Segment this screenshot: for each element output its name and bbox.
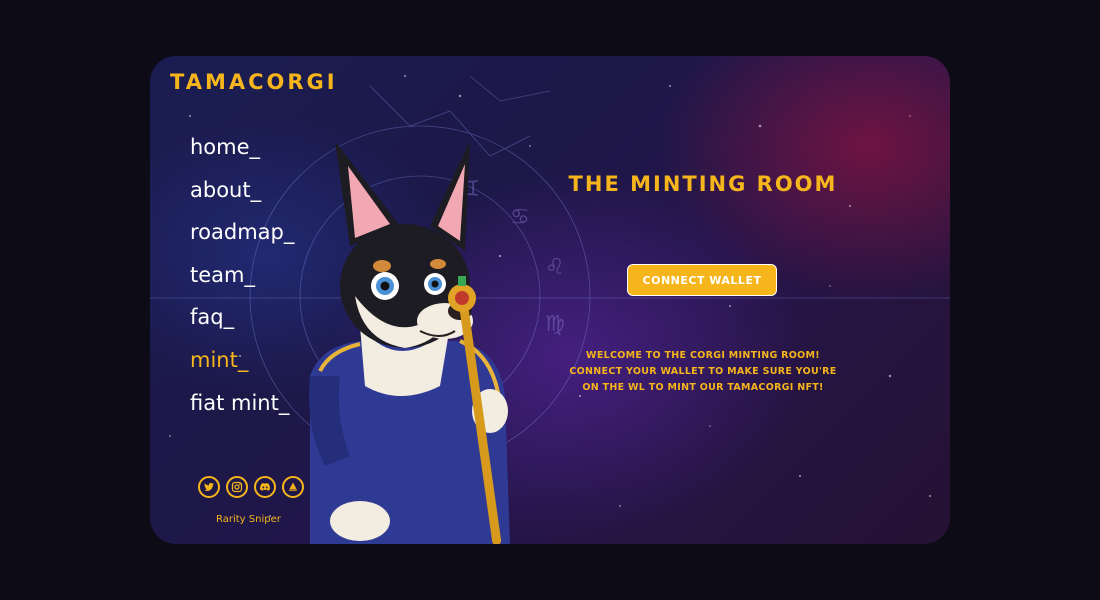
nav-item-home[interactable]: home_ [190,132,294,175]
nav-item-about[interactable]: about_ [190,175,294,218]
logo[interactable]: TAMACORGI [170,70,338,94]
rarity-sniper-link[interactable]: Rarity Sniper [216,514,281,525]
nav-item-fiat-mint[interactable]: fiat mint_ [190,388,294,431]
welcome-line: WELCOME TO THE CORGI MINTING ROOM! [586,350,820,361]
nav-item-mint[interactable]: mint_ [190,345,294,388]
social-links [198,476,304,498]
minting-card: ♊ ♋ ♌ ♍ TAMACORGI home_ about_ roadmap_ te… [150,56,950,544]
welcome-line: ON THE WL TO MINT OUR TAMACORGI NFT! [582,382,824,393]
nav-item-team[interactable]: team_ [190,260,294,303]
main-nav: home_ about_ roadmap_ team_ faq_ mint_ f… [190,132,294,430]
twitter-icon[interactable] [198,476,220,498]
corgi-mascot-image [309,141,510,544]
welcome-message: WELCOME TO THE CORGI MINTING ROOM! CONNE… [542,348,864,396]
opensea-icon[interactable] [282,476,304,498]
discord-icon[interactable] [254,476,276,498]
page-title: THE MINTING ROOM [568,172,838,196]
nav-item-roadmap[interactable]: roadmap_ [190,217,294,260]
connect-wallet-button[interactable]: CONNECT WALLET [627,264,777,296]
nav-item-faq[interactable]: faq_ [190,302,294,345]
welcome-line: CONNECT YOUR WALLET TO MAKE SURE YOU'RE [569,366,837,377]
instagram-icon[interactable] [226,476,248,498]
